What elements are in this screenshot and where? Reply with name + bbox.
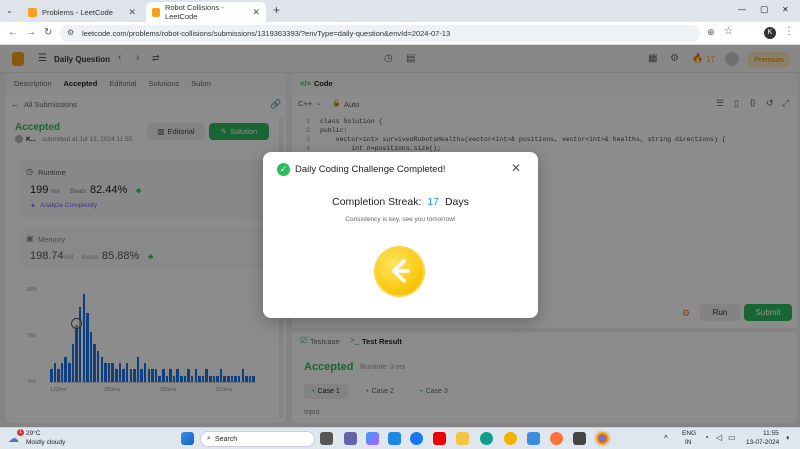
copilot-icon[interactable]	[366, 432, 379, 445]
success-check-icon: ✓	[277, 163, 290, 176]
tab-title: Problems - LeetCode	[42, 7, 113, 17]
facebook-icon[interactable]	[410, 432, 423, 445]
weather-temp[interactable]: 29°C	[26, 430, 41, 437]
forward-icon[interactable]: →	[26, 27, 36, 38]
back-icon[interactable]: ←	[8, 27, 18, 38]
tab-title: Robot Collisions - LeetCode	[164, 3, 224, 21]
browser-tab-problems[interactable]: Problems - LeetCode ✕	[22, 2, 142, 22]
tab-search-icon[interactable]: ⌄	[6, 6, 13, 15]
browser-tab-bar: ⌄ Problems - LeetCode ✕ Robot Collisions…	[0, 0, 800, 22]
photos-icon[interactable]	[527, 432, 540, 445]
battery-icon[interactable]: ▭	[728, 433, 736, 442]
new-tab-button[interactable]: +	[273, 3, 280, 17]
wifi-icon[interactable]: ◔	[704, 433, 709, 442]
search-icon: ⌕	[207, 435, 211, 442]
windows-taskbar: ☁ 1 29°C Mostly cloudy ⌕ Search ^ ENG IN …	[0, 427, 800, 449]
task-view-icon[interactable]	[320, 432, 333, 445]
firefox-icon[interactable]	[550, 432, 563, 445]
daily-challenge-modal: ✓ Daily Coding Challenge Completed! ✕ Co…	[263, 152, 538, 318]
streak-prefix: Completion Streak:	[332, 196, 422, 208]
weather-desc[interactable]: Mostly cloudy	[26, 439, 65, 446]
leetcode-coin-icon	[374, 246, 425, 297]
tray-chevron-icon[interactable]: ^	[664, 434, 668, 443]
store-icon[interactable]	[388, 432, 401, 445]
youtube-icon[interactable]	[433, 432, 446, 445]
windows-start-icon[interactable]	[181, 432, 194, 445]
url-field[interactable]: ⚙ leetcode.com/problems/robot-collisions…	[60, 25, 700, 42]
modal-subtitle: Consistency is key, see you tomorrow!	[345, 216, 456, 223]
site-info-icon[interactable]: ⚙	[67, 28, 74, 37]
browser-menu-icon[interactable]: ⋮	[784, 26, 794, 37]
clock-date[interactable]: 13-07-2024	[746, 439, 779, 446]
profile-avatar[interactable]: K	[764, 27, 776, 39]
reload-icon[interactable]: ↻	[44, 27, 52, 38]
taskbar-search[interactable]: ⌕ Search	[200, 431, 315, 447]
maximize-button[interactable]: ▢	[760, 4, 769, 15]
close-tab-icon[interactable]: ✕	[252, 7, 260, 18]
notification-icon[interactable]: ◐	[786, 433, 791, 442]
address-bar-row: ← → ↻ ⚙ leetcode.com/problems/robot-coll…	[0, 22, 800, 45]
completion-streak: Completion Streak: 17 Days	[263, 196, 538, 208]
codeforces-icon[interactable]	[573, 432, 586, 445]
minimize-button[interactable]: —	[738, 5, 746, 14]
modal-title: Daily Coding Challenge Completed!	[295, 164, 446, 175]
chrome-canary-icon[interactable]	[504, 432, 517, 445]
language-indicator[interactable]: ENG	[682, 430, 696, 437]
volume-icon[interactable]: ◁	[716, 433, 722, 442]
close-window-button[interactable]: ✕	[782, 5, 789, 14]
install-icon[interactable]: ⊕	[707, 27, 715, 38]
bookmark-star-icon[interactable]: ☆	[724, 26, 733, 37]
browser-tab-robot-collisions[interactable]: Robot Collisions - LeetCode ✕	[146, 2, 266, 22]
teams-icon[interactable]	[344, 432, 357, 445]
leetcode-favicon	[152, 7, 160, 17]
chrome-icon[interactable]	[596, 432, 609, 445]
streak-value: 17	[427, 196, 440, 208]
weather-badge: 1	[17, 429, 24, 436]
file-explorer-icon[interactable]	[456, 432, 469, 445]
search-label: Search	[214, 435, 238, 443]
edge-icon[interactable]	[480, 432, 493, 445]
url-text: leetcode.com/problems/robot-collisions/s…	[82, 29, 451, 38]
streak-suffix: Days	[444, 196, 469, 208]
close-modal-icon[interactable]: ✕	[511, 161, 521, 175]
close-tab-icon[interactable]: ✕	[128, 7, 136, 18]
clock-time[interactable]: 11:55	[763, 430, 779, 437]
leetcode-favicon	[28, 7, 37, 17]
region-indicator[interactable]: IN	[685, 439, 692, 446]
